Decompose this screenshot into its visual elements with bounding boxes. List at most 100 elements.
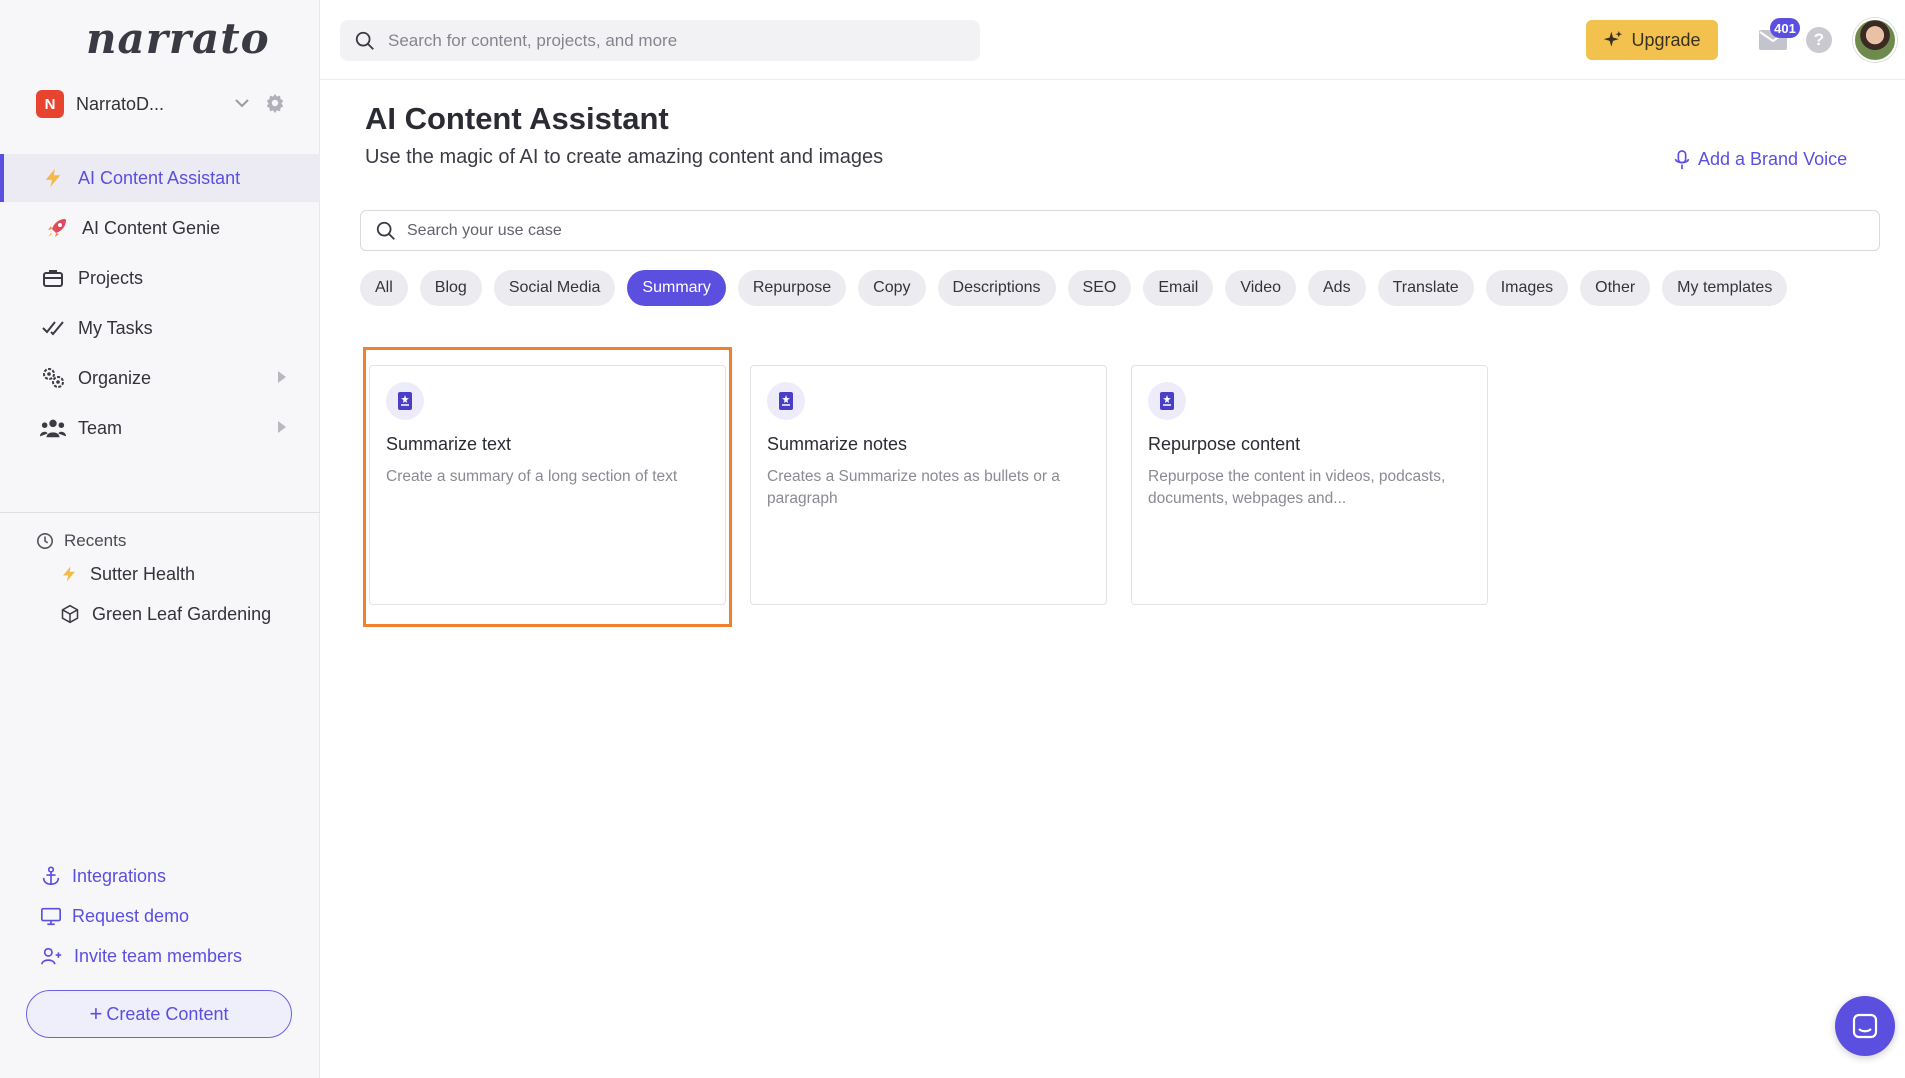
card-title: Repurpose content	[1148, 434, 1301, 454]
recents-heading-label: Recents	[64, 531, 127, 550]
recents-section: Recents Sutter Health Green Leaf Gardeni…	[36, 528, 306, 634]
card-description: Creates a Summarize notes as bullets or …	[767, 468, 1060, 507]
sidebar-item-organize[interactable]: Organize	[0, 354, 320, 402]
chip-ads[interactable]: Ads	[1308, 270, 1366, 306]
sidebar-item-label: Organize	[78, 367, 152, 388]
integrations-label: Integrations	[72, 865, 167, 886]
card-description: Repurpose the content in videos, podcast…	[1148, 468, 1446, 507]
recent-item-label: Green Leaf Gardening	[92, 603, 272, 624]
org-badge: N	[36, 90, 64, 118]
recent-item-sutter-health[interactable]: Sutter Health	[36, 554, 306, 594]
notification-badge: 401	[1770, 18, 1800, 38]
chip-summary[interactable]: Summary	[627, 270, 726, 306]
chip-copy[interactable]: Copy	[858, 270, 926, 306]
page-title: AI Content Assistant	[365, 101, 669, 136]
book-icon	[767, 382, 805, 420]
sparkle-icon	[1604, 30, 1623, 47]
top-bar: Upgrade 401 ?	[320, 0, 1905, 80]
usecase-search[interactable]	[360, 210, 1880, 251]
microphone-icon	[1674, 149, 1690, 169]
sidebar-divider	[0, 512, 320, 513]
sidebar-item-label: Projects	[78, 267, 144, 288]
usecase-search-input[interactable]	[407, 221, 1807, 240]
sidebar: narrato N NarratoD... AI Content Assista…	[0, 0, 320, 1078]
gears-icon	[40, 365, 66, 391]
sidebar-item-projects[interactable]: Projects	[0, 254, 320, 302]
invite-label: Invite team members	[74, 945, 243, 966]
clock-icon	[36, 532, 54, 550]
request-demo-label: Request demo	[72, 905, 190, 926]
category-filter-chips: All Blog Social Media Summary Repurpose …	[360, 270, 1799, 306]
briefcase-icon	[40, 265, 66, 291]
card-title: Summarize text	[386, 434, 512, 454]
rocket-icon	[44, 215, 70, 241]
narrato-logo[interactable]: narrato	[86, 14, 270, 63]
checkmarks-icon	[40, 315, 66, 341]
chip-other[interactable]: Other	[1580, 270, 1651, 306]
search-icon	[376, 221, 395, 240]
bolt-icon	[40, 165, 66, 191]
avatar[interactable]	[1853, 18, 1897, 62]
create-content-button[interactable]: + Create Content	[26, 990, 292, 1038]
monitor-icon	[41, 907, 61, 926]
org-name: NarratoD...	[76, 93, 165, 114]
chip-blog[interactable]: Blog	[419, 270, 482, 306]
recent-item-label: Sutter Health	[90, 563, 196, 584]
template-card-summarize-notes[interactable]: Summarize notes Creates a Summarize note…	[750, 365, 1107, 605]
chip-all[interactable]: All	[360, 270, 408, 306]
sidebar-item-label: Team	[78, 417, 123, 438]
chip-video[interactable]: Video	[1225, 270, 1296, 306]
sidebar-item-label: My Tasks	[78, 317, 153, 338]
invite-team-members-link[interactable]: Invite team members	[40, 936, 242, 976]
add-brand-voice-link[interactable]: Add a Brand Voice	[1674, 149, 1847, 170]
page-subtitle: Use the magic of AI to create amazing co…	[365, 146, 884, 168]
sidebar-item-ai-content-genie[interactable]: AI Content Genie	[0, 204, 320, 252]
integrations-link[interactable]: Integrations	[40, 856, 242, 896]
chip-my-templates[interactable]: My templates	[1662, 270, 1788, 306]
main-content: AI Content Assistant Use the magic of AI…	[320, 81, 1905, 1078]
sidebar-item-label: AI Content Assistant	[78, 167, 241, 188]
global-search[interactable]	[340, 20, 980, 61]
gear-icon[interactable]	[264, 92, 286, 114]
expand-arrow-icon[interactable]	[278, 371, 286, 383]
org-switcher[interactable]: N NarratoD...	[36, 89, 292, 119]
upgrade-label: Upgrade	[1631, 29, 1701, 50]
add-brand-voice-label: Add a Brand Voice	[1698, 149, 1848, 169]
request-demo-link[interactable]: Request demo	[40, 896, 242, 936]
card-description: Create a summary of a long section of te…	[386, 468, 678, 485]
bolt-icon	[63, 566, 75, 582]
cube-icon	[61, 604, 79, 624]
chip-translate[interactable]: Translate	[1377, 270, 1474, 306]
chevron-down-icon[interactable]	[232, 93, 252, 113]
help-icon[interactable]: ?	[1806, 27, 1832, 53]
chip-repurpose[interactable]: Repurpose	[737, 270, 847, 306]
chip-social-media[interactable]: Social Media	[493, 270, 616, 306]
card-title: Summarize notes	[767, 434, 908, 454]
upgrade-button[interactable]: Upgrade	[1586, 20, 1718, 60]
chip-images[interactable]: Images	[1485, 270, 1569, 306]
template-card-summarize-text[interactable]: Summarize text Create a summary of a lon…	[369, 365, 726, 605]
chip-descriptions[interactable]: Descriptions	[937, 270, 1056, 306]
sidebar-footer-links: Integrations Request demo Invite team me…	[40, 856, 242, 976]
team-icon	[40, 415, 66, 441]
recent-item-green-leaf-gardening[interactable]: Green Leaf Gardening	[36, 594, 306, 634]
chip-email[interactable]: Email	[1143, 270, 1214, 306]
plus-icon: +	[89, 1001, 103, 1026]
template-card-repurpose-content[interactable]: Repurpose content Repurpose the content …	[1131, 365, 1488, 605]
global-search-input[interactable]	[388, 30, 948, 51]
anchor-icon	[42, 866, 60, 886]
book-icon	[1148, 382, 1186, 420]
sidebar-nav: AI Content Assistant AI Content Genie Pr…	[0, 154, 320, 454]
book-icon	[386, 382, 424, 420]
create-content-label: Create Content	[106, 1003, 229, 1024]
recents-heading: Recents	[36, 528, 306, 554]
sidebar-item-ai-content-assistant[interactable]: AI Content Assistant	[0, 154, 320, 202]
chat-support-button[interactable]	[1835, 996, 1895, 1056]
sidebar-item-my-tasks[interactable]: My Tasks	[0, 304, 320, 352]
chat-icon	[1852, 1013, 1878, 1039]
chip-seo[interactable]: SEO	[1067, 270, 1132, 306]
search-icon	[355, 31, 374, 50]
sidebar-item-label: AI Content Genie	[82, 217, 221, 238]
expand-arrow-icon[interactable]	[278, 421, 286, 433]
sidebar-item-team[interactable]: Team	[0, 404, 320, 452]
